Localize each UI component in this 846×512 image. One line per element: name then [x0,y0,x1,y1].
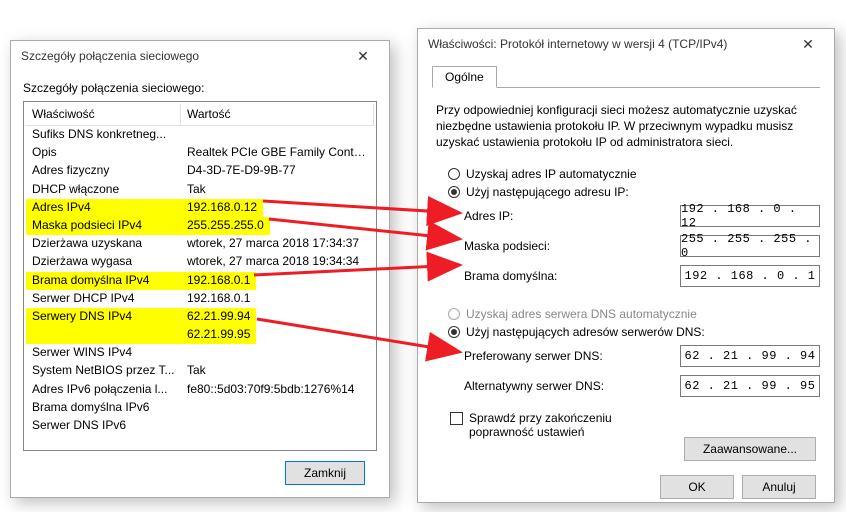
input-ip[interactable]: 192 . 168 . 0 . 12 [680,205,820,227]
cancel-button[interactable]: Anuluj [742,475,816,499]
radio-label: Użyj następujących adresów serwerów DNS: [466,325,705,339]
table-row[interactable]: Serwery DNS IPv462.21.99.94 [26,308,374,326]
cell-value: D4-3D-7E-D9-9B-77 [181,162,374,180]
input-dns1[interactable]: 62 . 21 . 99 . 94 [680,345,820,367]
cell-property: Dzierżawa uzyskana [26,235,181,253]
ipv4-properties-dialog: Właściwości: Protokół internetowy w wers… [417,28,835,503]
checkbox-icon [450,412,463,425]
cell-value: Realtek PCIe GBE Family Controller [181,144,374,162]
cell-value: 192.168.0.1 [181,272,256,290]
tab-strip: Ogólne [432,65,820,88]
table-row[interactable]: System NetBIOS przez T...Tak [26,362,374,380]
cell-property: Adres IPv6 połączenia l... [26,381,181,399]
network-details-dialog: Szczegóły połączenia sieciowego ✕ Szczeg… [10,40,390,498]
titlebar: Szczegóły połączenia sieciowego ✕ [11,41,389,71]
radio-icon [448,326,460,338]
cell-value: Tak [181,181,374,199]
cell-property: Serwer DNS IPv6 [26,417,181,435]
table-row[interactable]: Adres IPv6 połączenia l...fe80::5d03:70f… [26,381,374,399]
col-property[interactable]: Właściwość [26,104,181,125]
cell-property: Dzierżawa wygasa [26,253,181,271]
input-mask[interactable]: 255 . 255 . 255 . 0 [680,235,820,257]
close-icon[interactable]: ✕ [788,36,828,53]
cell-property: Opis [26,144,181,162]
radio-icon [448,308,460,320]
table-row[interactable]: Serwer DHCP IPv4192.168.0.1 [26,290,374,308]
table-row[interactable]: DHCP włączoneTak [26,181,374,199]
cell-property: Brama domyślna IPv6 [26,399,181,417]
table-row[interactable]: Serwer WINS IPv4 [26,344,374,362]
cell-value [181,417,374,435]
table-row[interactable]: Dzierżawa uzyskanawtorek, 27 marca 2018 … [26,235,374,253]
cell-value: fe80::5d03:70f9:5bdb:1276%14 [181,381,374,399]
advanced-button[interactable]: Zaawansowane... [684,437,816,461]
table-row[interactable]: Maska podsieci IPv4255.255.255.0 [26,217,374,235]
label-mask: Maska podsieci: [464,239,680,253]
table-row[interactable]: Serwer DNS IPv6 [26,417,374,435]
table-row[interactable]: Brama domyślna IPv4192.168.0.1 [26,272,374,290]
radio-dns-auto: Uzyskaj adres serwera DNS automatycznie [432,305,820,323]
radio-icon [448,186,460,198]
close-icon[interactable]: ✕ [343,48,383,65]
table-row[interactable]: Dzierżawa wygasawtorek, 27 marca 2018 19… [26,253,374,271]
cell-property: Serwer DHCP IPv4 [26,290,181,308]
details-list: Właściwość Wartość Sufiks DNS konkretneg… [23,101,377,451]
cell-value [181,344,374,362]
list-header: Właściwość Wartość [26,104,374,126]
cell-property: Maska podsieci IPv4 [26,217,181,235]
cell-property [26,326,181,344]
radio-label: Uzyskaj adres IP automatycznie [466,167,637,181]
ok-button[interactable]: OK [660,475,734,499]
cell-property: System NetBIOS przez T... [26,362,181,380]
radio-label: Użyj następującego adresu IP: [466,185,629,199]
table-row[interactable]: Brama domyślna IPv6 [26,399,374,417]
cell-value [181,126,374,144]
checkbox-validate[interactable]: Sprawdź przy zakończeniu poprawność usta… [432,401,820,439]
cell-property: Sufiks DNS konkretneg... [26,126,181,144]
table-row[interactable]: OpisRealtek PCIe GBE Family Controller [26,144,374,162]
input-dns2[interactable]: 62 . 21 . 99 . 95 [680,375,820,397]
label-dns1: Preferowany serwer DNS: [464,349,680,363]
radio-ip-auto[interactable]: Uzyskaj adres IP automatycznie [432,165,820,183]
cell-value: Tak [181,362,374,380]
radio-icon [448,168,460,180]
table-row[interactable]: Adres fizycznyD4-3D-7E-D9-9B-77 [26,162,374,180]
col-value[interactable]: Wartość [181,104,374,125]
table-row[interactable]: 62.21.99.95 [26,326,374,344]
cell-value: 255.255.255.0 [181,217,270,235]
tab-general[interactable]: Ogólne [432,66,497,88]
cell-value: 62.21.99.94 [181,308,256,326]
cell-property: Brama domyślna IPv4 [26,272,181,290]
cell-property: Adres IPv4 [26,199,181,217]
close-button[interactable]: Zamknij [285,461,365,485]
table-row[interactable]: Sufiks DNS konkretneg... [26,126,374,144]
label-ip: Adres IP: [464,209,680,223]
cell-value: 192.168.0.12 [181,199,263,217]
details-label: Szczegóły połączenia sieciowego: [23,81,377,95]
radio-ip-manual[interactable]: Użyj następującego adresu IP: [432,183,820,201]
input-gateway[interactable]: 192 . 168 . 0 . 1 [680,265,820,287]
radio-dns-manual[interactable]: Użyj następujących adresów serwerów DNS: [432,323,820,341]
cell-value: wtorek, 27 marca 2018 17:34:37 [181,235,374,253]
window-title: Właściwości: Protokół internetowy w wers… [424,37,788,51]
label-gateway: Brama domyślna: [464,269,680,283]
radio-label: Uzyskaj adres serwera DNS automatycznie [466,307,697,321]
cell-value [181,399,374,417]
cell-property: Adres fizyczny [26,162,181,180]
table-row[interactable]: Adres IPv4192.168.0.12 [26,199,374,217]
titlebar: Właściwości: Protokół internetowy w wers… [418,29,834,59]
description-text: Przy odpowiedniej konfiguracji sieci moż… [436,102,816,151]
label-dns2: Alternatywny serwer DNS: [464,379,680,393]
window-title: Szczegóły połączenia sieciowego [17,49,343,63]
cell-property: Serwer WINS IPv4 [26,344,181,362]
cell-value: 192.168.0.1 [181,290,374,308]
cell-value: 62.21.99.95 [181,326,256,344]
cell-value: wtorek, 27 marca 2018 19:34:34 [181,253,374,271]
cell-property: Serwery DNS IPv4 [26,308,181,326]
cell-property: DHCP włączone [26,181,181,199]
checkbox-label: Sprawdź przy zakończeniu poprawność usta… [469,411,669,439]
